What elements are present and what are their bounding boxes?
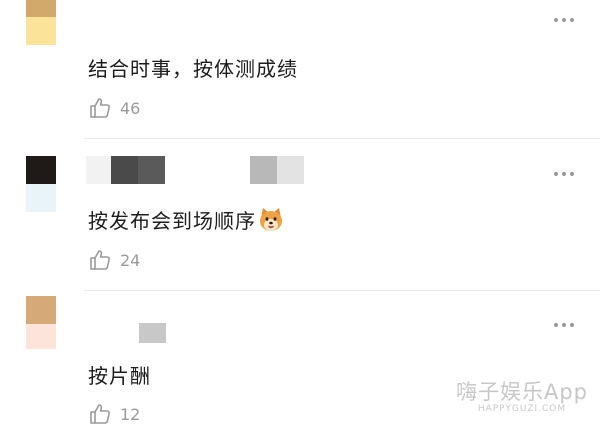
comment-text: 按片酬 [88,364,151,388]
comment-text: 按发布会到场顺序 [88,205,284,234]
username-pixelated[interactable] [86,156,165,184]
shiba-dog-emoji [260,208,282,231]
like-count: 46 [120,98,141,118]
more-options-icon[interactable] [554,172,574,176]
divider [84,290,600,291]
thumbs-up-icon [90,250,110,270]
like-count: 12 [120,404,141,424]
like-button[interactable]: 12 [88,402,140,426]
like-button[interactable]: 24 [88,248,140,272]
watermark: 嗨子娱乐App HAPPYGUZI.COM [456,376,588,414]
avatar[interactable] [26,296,56,349]
watermark-title: 嗨子娱乐App [455,380,588,404]
like-count: 24 [120,250,141,270]
thumbs-up-icon [90,404,110,424]
comment-text: 结合时事，按体测成绩 [88,57,298,81]
more-options-icon[interactable] [554,323,574,327]
like-button[interactable]: 46 [88,96,140,120]
more-options-icon[interactable] [554,18,574,22]
username-pixelated [250,156,304,184]
comment-item: 按发布会到场顺序 24 [0,140,600,292]
comment-item: 结合时事，按体测成绩 46 [0,0,600,140]
avatar[interactable] [26,156,56,212]
avatar[interactable] [26,0,56,45]
thumbs-up-icon [90,98,110,118]
username-pixelated[interactable] [112,322,166,350]
divider [84,138,600,139]
comment-text-content: 按发布会到场顺序 [88,209,256,233]
